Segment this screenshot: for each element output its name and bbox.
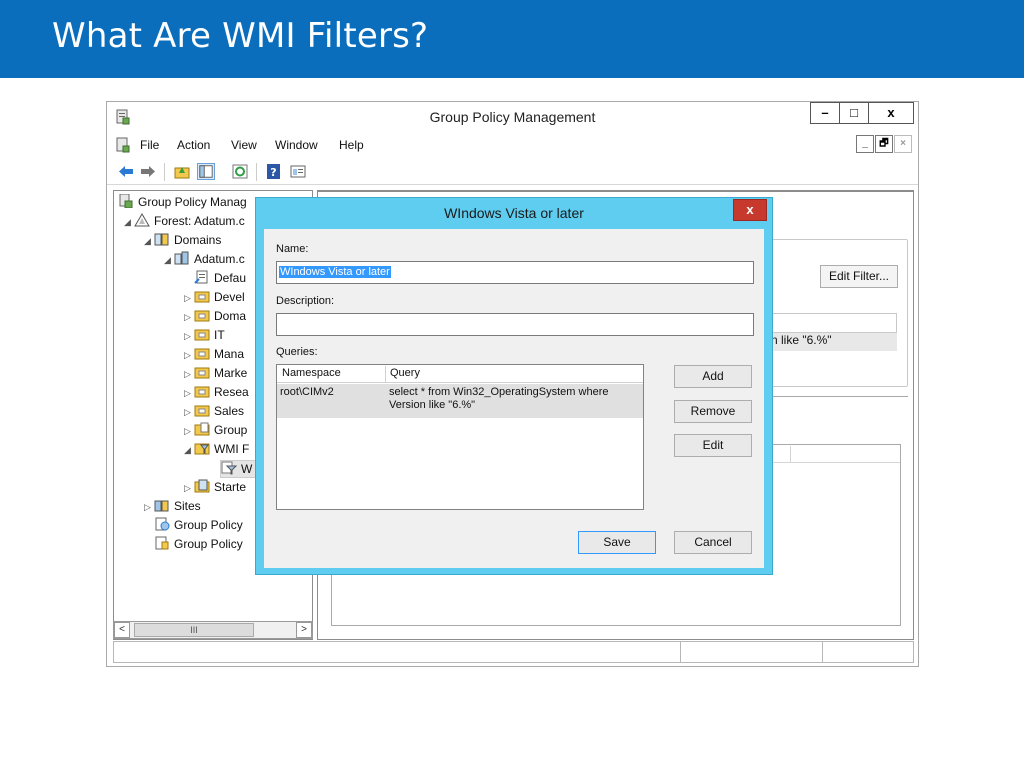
- mdi-minimize-button[interactable]: _: [856, 135, 874, 153]
- column-query[interactable]: Query: [390, 367, 420, 379]
- description-label: Description:: [276, 295, 335, 307]
- tree-node-domain-adatum[interactable]: ◢ Adatum.c: [164, 251, 245, 269]
- name-field[interactable]: WIndows Vista or later: [276, 261, 754, 284]
- tree-node-group-policy-objects[interactable]: ▷ Group: [184, 422, 247, 440]
- tree-node-ou-sales[interactable]: ▷ Sales: [184, 403, 244, 421]
- status-bar: [113, 641, 914, 663]
- queries-header: Namespace Query: [277, 365, 643, 383]
- query-text-line1: select * from Win32_OperatingSystem wher…: [389, 386, 609, 398]
- wmi-filter-dialog: WIndows Vista or later x Name: WIndows V…: [255, 197, 773, 575]
- tree-node-wmi-filters[interactable]: ◢ WMI F: [184, 441, 249, 459]
- tree-node-group-policy-modeling[interactable]: Group Policy: [154, 517, 243, 535]
- tree-horizontal-scrollbar[interactable]: < III >: [113, 621, 313, 639]
- tree-node-gpmc-root[interactable]: Group Policy Manag: [118, 194, 247, 212]
- sites-icon: [154, 500, 169, 512]
- ou-folder-icon: [194, 348, 210, 360]
- dialog-close-button[interactable]: x: [733, 199, 767, 221]
- starter-gpo-icon: [194, 479, 210, 493]
- tree-node-group-policy-results[interactable]: Group Policy: [154, 536, 243, 554]
- up-folder-icon[interactable]: [173, 163, 191, 180]
- menu-help[interactable]: Help: [339, 138, 364, 152]
- wmi-filter-icon: [221, 461, 237, 475]
- wmi-folder-icon: [194, 443, 210, 455]
- show-hide-tree-icon[interactable]: [197, 163, 215, 180]
- queries-label: Queries:: [276, 346, 318, 358]
- mdi-restore-button[interactable]: 🗗: [875, 135, 893, 153]
- queries-list[interactable]: Namespace Query root\CIMv2 select * from…: [276, 364, 644, 510]
- scroll-left-arrow-icon[interactable]: <: [114, 622, 130, 638]
- tree-node-starter-gpos[interactable]: ▷ Starte: [184, 479, 246, 497]
- mdi-close-button[interactable]: ×: [894, 135, 912, 153]
- window-title: Group Policy Management: [429, 109, 596, 125]
- gpo-folder-icon: [194, 422, 210, 436]
- toolbar: ?: [107, 158, 918, 185]
- query-text-line2: Version like "6.%": [389, 399, 476, 411]
- tree-node-ou-development[interactable]: ▷ Devel: [184, 289, 245, 307]
- save-button[interactable]: Save: [578, 531, 656, 554]
- description-field[interactable]: [276, 313, 754, 336]
- menu-file[interactable]: File: [140, 138, 159, 152]
- edit-filter-button[interactable]: Edit Filter...: [820, 265, 898, 288]
- ou-folder-icon: [194, 405, 210, 417]
- tree-node-forest[interactable]: ◢ Forest: Adatum.c: [124, 213, 245, 231]
- ou-folder-icon: [194, 291, 210, 303]
- column-namespace[interactable]: Namespace: [282, 367, 341, 379]
- tree-node-domains[interactable]: ◢ Domains: [144, 232, 221, 250]
- gp-modeling-icon: [155, 517, 170, 531]
- partial-query-text: n like "6.%": [771, 333, 832, 347]
- scroll-right-arrow-icon[interactable]: >: [296, 622, 312, 638]
- minimize-button[interactable]: –: [810, 102, 840, 124]
- name-field-value: WIndows Vista or later: [279, 266, 391, 278]
- tree-node-ou-managers[interactable]: ▷ Mana: [184, 346, 244, 364]
- forest-icon: [134, 213, 150, 227]
- mmc-doc-icon: [116, 137, 130, 153]
- query-namespace: root\CIMv2: [280, 386, 334, 398]
- ou-folder-icon: [194, 386, 210, 398]
- ou-folder-icon: [194, 329, 210, 341]
- back-arrow-icon[interactable]: [117, 163, 135, 180]
- tree-node-wmi-filter-selected[interactable]: W: [220, 460, 257, 478]
- menu-bar: File Action View Window Help: [107, 133, 918, 157]
- close-button[interactable]: x: [868, 102, 914, 124]
- name-label: Name:: [276, 243, 309, 255]
- menu-window[interactable]: Window: [275, 138, 318, 152]
- domains-icon: [154, 233, 169, 246]
- remove-button[interactable]: Remove: [674, 400, 752, 423]
- forward-arrow-icon[interactable]: [139, 163, 157, 180]
- ou-folder-icon: [194, 367, 210, 379]
- tree-node-default-policy[interactable]: Defau: [194, 270, 246, 288]
- menu-action[interactable]: Action: [177, 138, 210, 152]
- tree-node-ou-domain-controllers[interactable]: ▷ Doma: [184, 308, 246, 326]
- maximize-button[interactable]: □: [839, 102, 869, 124]
- query-row[interactable]: root\CIMv2 select * from Win32_Operating…: [277, 384, 643, 418]
- tree-node-ou-research[interactable]: ▷ Resea: [184, 384, 249, 402]
- edit-button[interactable]: Edit: [674, 434, 752, 457]
- gp-results-icon: [155, 536, 169, 550]
- linked-gpos-column-divider: [790, 446, 791, 462]
- domain-icon: [174, 251, 189, 265]
- slide-title: What Are WMI Filters?: [52, 16, 429, 56]
- tree-node-ou-marketing[interactable]: ▷ Marke: [184, 365, 247, 383]
- properties-icon[interactable]: [289, 163, 307, 180]
- refresh-icon[interactable]: [231, 163, 249, 180]
- dialog-body: Name: WIndows Vista or later Description…: [264, 229, 764, 568]
- window-titlebar: Group Policy Management – □ x: [107, 102, 918, 133]
- tree-node-ou-it[interactable]: ▷ IT: [184, 327, 225, 345]
- tree-node-sites[interactable]: ▷ Sites: [144, 498, 201, 516]
- gpo-link-icon: [194, 270, 208, 284]
- scroll-thumb[interactable]: III: [134, 623, 254, 637]
- cancel-button[interactable]: Cancel: [674, 531, 752, 554]
- add-button[interactable]: Add: [674, 365, 752, 388]
- gpmc-icon: [119, 194, 133, 208]
- dialog-title: WIndows Vista or later: [444, 205, 584, 221]
- ou-folder-icon: [194, 310, 210, 322]
- menu-view[interactable]: View: [231, 138, 257, 152]
- svg-text:?: ?: [270, 166, 276, 179]
- help-icon[interactable]: ?: [265, 163, 283, 180]
